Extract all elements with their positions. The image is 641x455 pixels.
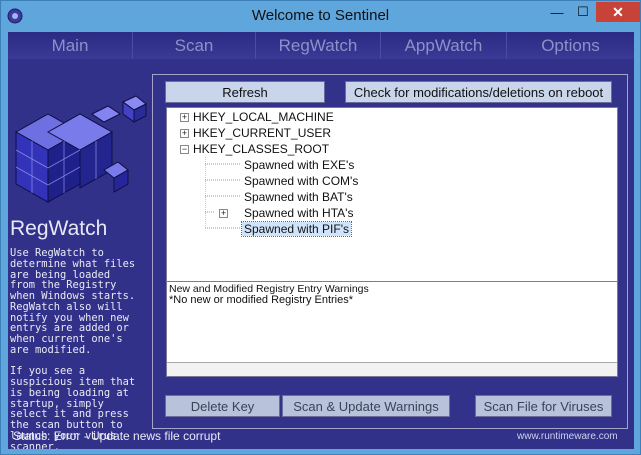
menu-scan[interactable]: Scan bbox=[133, 32, 256, 59]
delete-key-button[interactable]: Delete Key bbox=[165, 395, 280, 417]
menu-appwatch[interactable]: AppWatch bbox=[381, 32, 507, 59]
tree-node-label: Spawned with BAT's bbox=[244, 190, 353, 204]
tree-node-hta[interactable]: + Spawned with HTA's bbox=[219, 205, 353, 221]
tree-node-label: HKEY_CURRENT_USER bbox=[193, 126, 332, 140]
title-bar[interactable]: Welcome to Sentinel — ☐ ✕ bbox=[1, 1, 640, 32]
close-button[interactable]: ✕ bbox=[596, 2, 640, 22]
maximize-button[interactable]: ☐ bbox=[570, 2, 596, 22]
expand-icon[interactable]: + bbox=[180, 129, 189, 138]
registry-tree[interactable]: + HKEY_LOCAL_MACHINE + HKEY_CURRENT_USER… bbox=[166, 107, 618, 282]
client-area: Main Scan RegWatch AppWatch Options RegW… bbox=[8, 32, 634, 449]
regwatch-cubes-logo bbox=[14, 95, 147, 203]
minimize-button[interactable]: — bbox=[544, 2, 570, 22]
menu-options[interactable]: Options bbox=[507, 32, 634, 59]
tree-node-label: HKEY_LOCAL_MACHINE bbox=[193, 110, 334, 124]
tree-node-exe[interactable]: Spawned with EXE's bbox=[244, 157, 354, 173]
sidebar-title: RegWatch bbox=[10, 217, 108, 240]
expand-icon[interactable]: + bbox=[180, 113, 189, 122]
warnings-list[interactable]: New and Modified Registry Entry Warnings… bbox=[166, 281, 618, 377]
warnings-text: *No new or modified Registry Entries* bbox=[169, 294, 354, 306]
tree-node-com[interactable]: Spawned with COM's bbox=[244, 173, 358, 189]
tree-node-label: HKEY_CLASSES_ROOT bbox=[193, 142, 330, 156]
refresh-button[interactable]: Refresh bbox=[165, 81, 325, 103]
tree-node-label: Spawned with HTA's bbox=[244, 206, 354, 220]
menu-main[interactable]: Main bbox=[8, 32, 133, 59]
tree-node-hkcu[interactable]: + HKEY_CURRENT_USER bbox=[180, 125, 331, 141]
tree-node-bat[interactable]: Spawned with BAT's bbox=[244, 189, 353, 205]
scan-update-warnings-button[interactable]: Scan & Update Warnings bbox=[282, 395, 450, 417]
app-window: Welcome to Sentinel — ☐ ✕ Main Scan RegW… bbox=[0, 0, 641, 455]
collapse-icon[interactable]: − bbox=[180, 145, 189, 154]
tree-node-hkcr[interactable]: − HKEY_CLASSES_ROOT bbox=[180, 141, 329, 157]
tree-node-hklm[interactable]: + HKEY_LOCAL_MACHINE bbox=[180, 109, 334, 125]
main-menu: Main Scan RegWatch AppWatch Options bbox=[8, 32, 634, 59]
menu-regwatch[interactable]: RegWatch bbox=[256, 32, 381, 59]
website-watermark: www.runtimeware.com bbox=[517, 431, 618, 442]
status-text: Status: Error - Update news file corrupt bbox=[13, 429, 221, 443]
tree-node-label: Spawned with COM's bbox=[244, 174, 359, 188]
warnings-scrollbar[interactable] bbox=[167, 362, 617, 376]
sidebar-description: Use RegWatch to determine what files are… bbox=[10, 247, 136, 449]
tree-node-label: Spawned with EXE's bbox=[244, 158, 355, 172]
tree-node-label: Spawned with PIF's bbox=[240, 221, 353, 237]
expand-icon[interactable]: + bbox=[219, 209, 228, 218]
check-reboot-button[interactable]: Check for modifications/deletions on reb… bbox=[345, 81, 612, 103]
tree-node-pif[interactable]: Spawned with PIF's bbox=[240, 221, 353, 237]
scan-file-button[interactable]: Scan File for Viruses bbox=[475, 395, 612, 417]
